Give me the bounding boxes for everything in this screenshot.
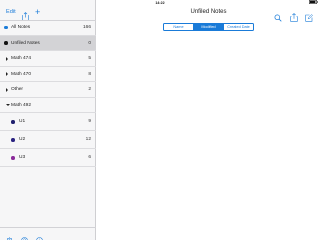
notebook-label: All Notes: [11, 25, 31, 30]
notebook-label: U3: [19, 155, 26, 161]
notebook-label: Math 470: [11, 71, 32, 77]
notebook-math-470[interactable]: Math 470 8: [0, 67, 96, 82]
notebook-count: 12: [85, 137, 91, 143]
sidebar: Edit + All Notes 166 Unfiled Notes 0 Mat…: [0, 0, 96, 240]
compose-icon[interactable]: [305, 9, 313, 22]
notebook-color-dot: [4, 25, 8, 30]
notebook-u3[interactable]: U3 6: [0, 149, 96, 167]
notebook-color-dot: [11, 120, 15, 124]
search-icon[interactable]: [274, 9, 282, 22]
sidebar-bottom-bar: [0, 227, 96, 240]
sort-segmented-control: Name Modified Date Created Date: [163, 23, 254, 31]
notebook-other[interactable]: Other 2: [0, 82, 96, 98]
export-icon[interactable]: [290, 9, 298, 22]
sort-tab-modified-date[interactable]: Modified Date: [193, 24, 223, 30]
help-icon[interactable]: [21, 231, 28, 240]
notebook-count: 6: [88, 155, 91, 161]
notebook-label: Math 492: [11, 102, 32, 108]
notebook-u1[interactable]: U1 9: [0, 113, 96, 131]
edit-button[interactable]: Edit: [6, 9, 16, 15]
gear-icon[interactable]: [6, 231, 13, 240]
notebook-count: 5: [88, 56, 91, 61]
notebook-label: Other: [11, 87, 23, 92]
notebook-label: U1: [19, 119, 26, 125]
sort-tab-created-date[interactable]: Created Date: [223, 24, 253, 30]
notebook-math-492[interactable]: Math 492: [0, 98, 96, 113]
notebook-label: Unfiled Notes: [11, 40, 40, 46]
main-toolbar: Unfiled Notes: [97, 6, 320, 22]
notebook-u2[interactable]: U2 12: [0, 131, 96, 149]
notebook-color-dot: [11, 138, 15, 142]
notebook-list: All Notes 166 Unfiled Notes 0 Math 474 5…: [0, 20, 96, 167]
chevron-right-icon[interactable]: [5, 56, 8, 61]
notebook-count: 0: [88, 40, 91, 46]
notebook-math-474[interactable]: Math 474 5: [0, 51, 96, 67]
sidebar-toolbar: Edit +: [0, 6, 96, 21]
notebook-label: Math 474: [11, 56, 32, 61]
notebook-color-dot: [11, 156, 15, 160]
notebook-count: 2: [88, 87, 91, 92]
add-notebook-button[interactable]: +: [35, 6, 40, 18]
chevron-right-icon[interactable]: [5, 87, 8, 92]
notebook-unfiled-notes[interactable]: Unfiled Notes 0: [0, 35, 96, 51]
sort-tab-name[interactable]: Name: [164, 24, 193, 30]
notebook-count: 9: [88, 119, 91, 125]
notebook-count: 8: [88, 71, 91, 77]
chevron-down-icon[interactable]: [5, 104, 10, 106]
notebook-label: U2: [19, 137, 26, 143]
notebook-all-notes[interactable]: All Notes 166: [0, 20, 96, 36]
info-icon[interactable]: [36, 231, 43, 240]
chevron-right-icon[interactable]: [5, 72, 8, 77]
share-icon[interactable]: [22, 8, 29, 21]
notebook-color-dot: [4, 41, 8, 45]
notebook-count: 166: [82, 25, 91, 30]
page-title: Unfiled Notes: [190, 8, 227, 15]
